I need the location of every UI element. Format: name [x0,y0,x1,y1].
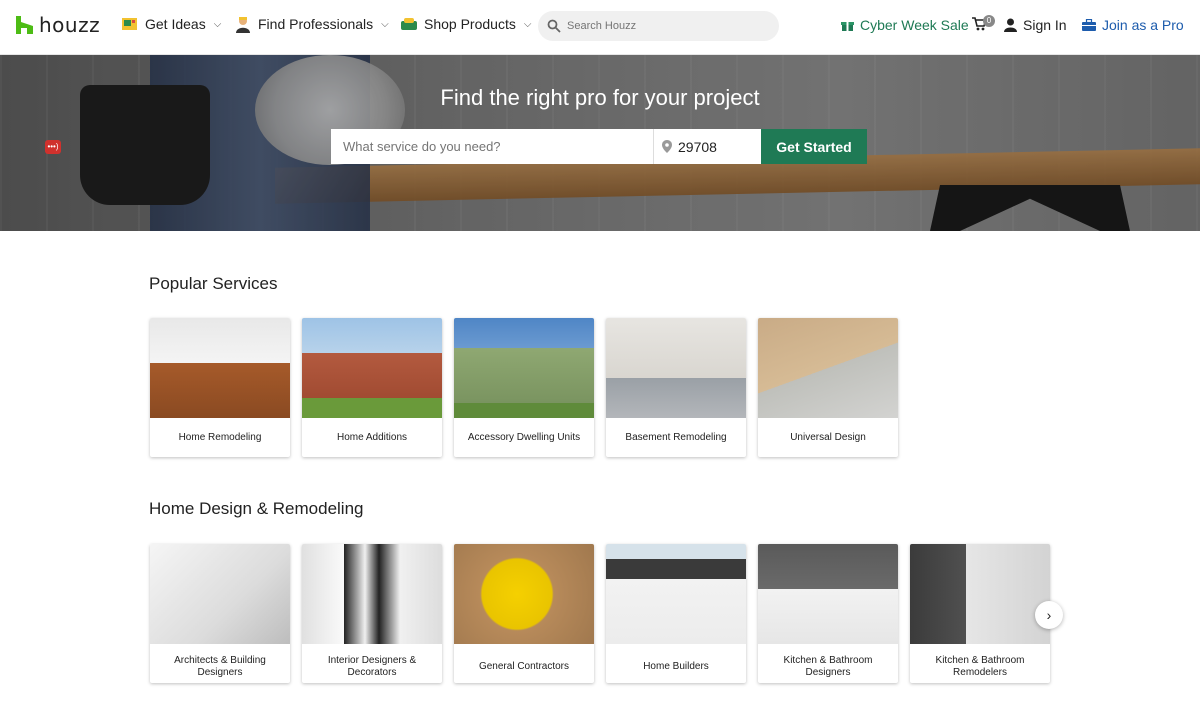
service-card-general-contractors[interactable]: General Contractors [454,544,594,683]
houzz-logo-icon [16,16,33,34]
user-icon [1004,18,1017,32]
home-design-list: Architects & Building Designers Interior… [150,544,1050,683]
shop-icon [401,18,417,30]
chevron-down-icon: ⌵ [213,18,222,30]
hero-title: Find the right pro for your project [440,85,760,110]
join-pro-link[interactable]: Join as a Pro [1082,17,1184,33]
search-icon [547,19,561,33]
cyber-week-link[interactable]: Cyber Week Sale [841,17,969,33]
site-search[interactable] [538,11,779,41]
briefcase-icon [1082,19,1096,31]
search-input[interactable] [567,20,757,32]
ideas-icon [122,18,137,30]
nav-label: Find Professionals [258,16,374,32]
card-label: Accessory Dwelling Units [467,431,581,443]
card-label: Universal Design [790,431,866,443]
service-card-kitchen-bath-designers[interactable]: Kitchen & Bathroom Designers [758,544,898,683]
card-label: Kitchen & Bathroom Designers [783,654,873,678]
basement-image [606,318,746,418]
card-label: Basement Remodeling [625,431,727,443]
card-label: Home Remodeling [178,431,262,443]
card-label: Kitchen & Bathroom Remodelers [935,654,1025,678]
service-card-architects[interactable]: Architects & Building Designers [150,544,290,683]
pro-search-form: Get Started [331,129,867,164]
architects-image [150,544,290,644]
zip-input[interactable] [678,138,758,155]
promo-label: Cyber Week Sale [860,17,969,33]
logo-text: houzz [39,13,101,37]
service-card-basement-remodeling[interactable]: Basement Remodeling [606,318,746,457]
sign-in-link[interactable]: Sign In [1004,17,1067,33]
hero-banner: •••) Find the right pro for your project… [0,55,1200,231]
service-card-adu[interactable]: Accessory Dwelling Units [454,318,594,457]
home-builders-image [606,544,746,644]
service-card-home-builders[interactable]: Home Builders [606,544,746,683]
universal-design-image [758,318,898,418]
nav-label: Get Ideas [145,16,206,32]
join-pro-label: Join as a Pro [1102,17,1184,33]
nav-label: Shop Products [424,16,516,32]
service-card-home-additions[interactable]: Home Additions [302,318,442,457]
service-card-universal-design[interactable]: Universal Design [758,318,898,457]
service-card-interior-designers[interactable]: Interior Designers & Decorators [302,544,442,683]
general-contractors-image [454,544,594,644]
home-remodeling-image [150,318,290,418]
interior-designers-image [302,544,442,644]
chevron-down-icon: ⌵ [523,18,532,30]
service-card-home-remodeling[interactable]: Home Remodeling [150,318,290,457]
card-label: Architects & Building Designers [174,654,266,678]
houzz-logo[interactable]: houzz [16,13,100,37]
cart-count-badge: 0 [983,15,995,27]
popular-services-title: Popular Services [149,274,278,293]
kitchen-bath-remodelers-image [910,544,1050,644]
zip-field[interactable] [653,129,761,164]
service-card-kitchen-bath-remodelers[interactable]: Kitchen & Bathroom Remodelers [910,544,1050,683]
card-label: General Contractors [478,660,570,672]
professional-icon [236,17,250,33]
home-design-title: Home Design & Remodeling [149,499,364,518]
kitchen-bath-designers-image [758,544,898,644]
card-label: Home Additions [336,431,408,443]
home-additions-image [302,318,442,418]
nav-find-professionals[interactable]: Find Professionals ⌵ [234,15,389,33]
location-pin-icon [662,140,672,153]
nav-shop-products[interactable]: Shop Products ⌵ [400,15,531,33]
feedback-badge[interactable]: •••) [45,140,61,154]
get-started-button[interactable]: Get Started [761,129,867,164]
popular-services-list: Home Remodeling Home Additions Accessory… [150,318,898,457]
sign-in-label: Sign In [1023,17,1067,33]
adu-image [454,318,594,418]
service-input[interactable] [331,129,653,164]
carousel-next-button[interactable]: › [1035,601,1063,629]
top-navigation-bar: houzz Get Ideas ⌵ Find Professionals ⌵ S… [0,0,1200,55]
gift-icon [841,21,854,31]
card-label: Interior Designers & Decorators [327,654,417,678]
chevron-down-icon: ⌵ [381,18,389,30]
nav-get-ideas[interactable]: Get Ideas ⌵ [121,15,221,33]
card-label: Home Builders [643,660,709,672]
